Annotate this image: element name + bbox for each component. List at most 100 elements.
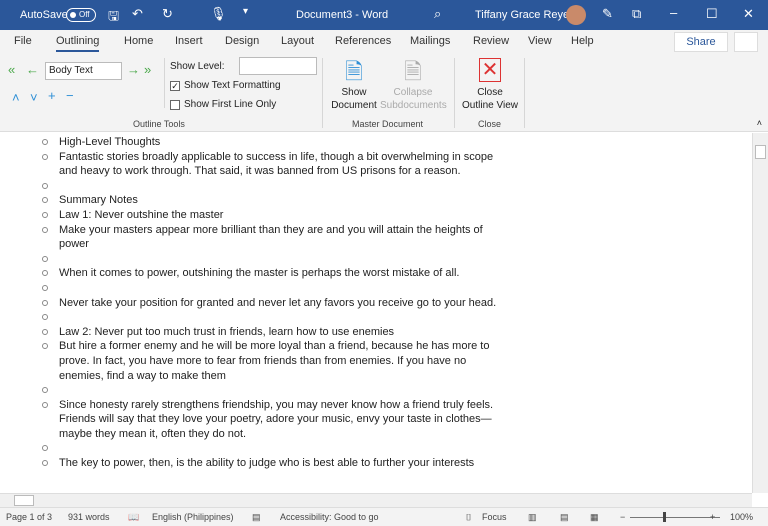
print-layout-icon[interactable]: ▤ — [560, 512, 569, 523]
zoom-slider-thumb[interactable] — [663, 512, 666, 522]
page-count[interactable]: Page 1 of 3 — [6, 512, 52, 522]
tab-outlining[interactable]: Outlining — [56, 35, 99, 52]
promote-icon[interactable]: ← — [26, 62, 39, 77]
demote-icon[interactable]: → — [127, 62, 140, 77]
outline-paragraph[interactable] — [0, 252, 500, 267]
user-name[interactable]: Tiffany Grace Reyes — [475, 9, 575, 21]
bullet-icon[interactable] — [42, 212, 48, 218]
pen-icon[interactable]: ✎ — [602, 6, 613, 22]
show-level-select[interactable] — [239, 57, 317, 75]
show-text-formatting-checkbox[interactable]: ✓Show Text Formatting — [170, 80, 281, 91]
outline-paragraph[interactable] — [0, 310, 500, 325]
redo-icon[interactable]: ↻ — [162, 6, 173, 22]
search-icon[interactable]: ⌕ — [434, 6, 441, 22]
bullet-icon[interactable] — [42, 139, 48, 145]
outline-paragraph[interactable]: Never take your position for granted and… — [0, 296, 500, 311]
focus-icon[interactable]: ⌷ — [466, 512, 471, 523]
outline-paragraph[interactable]: The key to power, then, is the ability t… — [0, 456, 500, 471]
collapse-ribbon-icon[interactable]: ˄ — [757, 118, 762, 128]
customize-toolbar-icon[interactable]: ▾ — [243, 6, 248, 17]
outline-level-select[interactable]: Body Text — [45, 62, 122, 80]
bullet-icon[interactable] — [42, 154, 48, 160]
dictate-icon[interactable]: 🎙 — [210, 6, 227, 22]
tab-file[interactable]: File — [14, 35, 32, 47]
document-body[interactable]: High-Level ThoughtsFantastic stories bro… — [0, 133, 752, 493]
tab-design[interactable]: Design — [225, 35, 259, 47]
outline-paragraph[interactable]: High-Level Thoughts — [0, 135, 500, 150]
collapse-icon[interactable]: − — [66, 88, 74, 103]
bullet-icon[interactable] — [42, 314, 48, 320]
bullet-icon[interactable] — [42, 270, 48, 276]
read-mode-icon[interactable]: ▥ — [528, 512, 537, 523]
show-first-line-only-checkbox[interactable]: Show First Line Only — [170, 99, 276, 110]
outline-paragraph[interactable] — [0, 179, 500, 194]
outline-paragraph[interactable]: Since honesty rarely strengthens friends… — [0, 398, 500, 442]
tab-help[interactable]: Help — [571, 35, 594, 47]
outline-paragraph[interactable]: Summary Notes — [0, 193, 500, 208]
accessibility-status[interactable]: Accessibility: Good to go — [280, 512, 379, 522]
tab-view[interactable]: View — [528, 35, 552, 47]
bullet-icon[interactable] — [42, 343, 48, 349]
word-count[interactable]: 931 words — [68, 512, 110, 522]
outline-paragraph[interactable]: Make your masters appear more brilliant … — [0, 223, 500, 252]
bullet-icon[interactable] — [42, 285, 48, 291]
outline-tools-label: Outline Tools — [133, 119, 185, 129]
web-layout-icon[interactable]: ▦ — [590, 512, 599, 523]
outline-paragraph[interactable] — [0, 441, 500, 456]
zoom-in-icon[interactable]: + — [710, 512, 715, 522]
paragraph-text: The key to power, then, is the ability t… — [59, 457, 474, 469]
paragraph-text: Law 2: Never put too much trust in frien… — [59, 326, 394, 338]
move-up-icon[interactable]: ˄ — [12, 90, 20, 105]
outline-paragraph[interactable]: When it comes to power, outshining the m… — [0, 266, 500, 281]
bullet-icon[interactable] — [42, 387, 48, 393]
save-icon[interactable]: 🖫 — [108, 7, 119, 29]
avatar[interactable] — [566, 5, 586, 25]
language[interactable]: English (Philippines) — [152, 512, 234, 522]
zoom-out-icon[interactable]: − — [620, 512, 625, 522]
tab-home[interactable]: Home — [124, 35, 153, 47]
outline-paragraph[interactable]: Law 2: Never put too much trust in frien… — [0, 325, 500, 340]
autosave-label: AutoSave — [20, 9, 68, 21]
track-changes-icon[interactable]: ▤ — [252, 512, 261, 523]
autosave-toggle[interactable]: Off — [66, 8, 96, 22]
zoom-slider[interactable] — [630, 517, 720, 518]
comments-button[interactable] — [734, 32, 758, 52]
share-button[interactable]: Share — [674, 32, 728, 52]
bullet-icon[interactable] — [42, 460, 48, 466]
promote-to-heading-icon[interactable]: « — [8, 62, 15, 77]
bullet-icon[interactable] — [42, 197, 48, 203]
zoom-level[interactable]: 100% — [730, 512, 753, 522]
move-down-icon[interactable]: ˅ — [30, 90, 38, 105]
bullet-icon[interactable] — [42, 256, 48, 262]
bullet-icon[interactable] — [42, 402, 48, 408]
horizontal-scrollbar[interactable] — [0, 493, 752, 507]
show-document-button[interactable]: 🗎Show Document — [330, 58, 378, 112]
tab-review[interactable]: Review — [473, 35, 509, 47]
focus-button[interactable]: Focus — [482, 512, 507, 522]
outline-paragraph[interactable]: Law 1: Never outshine the master — [0, 208, 500, 223]
ribbon-display-icon[interactable]: ⧉ — [632, 6, 641, 22]
bullet-icon[interactable] — [42, 227, 48, 233]
minimize-icon[interactable]: – — [670, 5, 677, 20]
vertical-scrollbar[interactable] — [752, 133, 768, 493]
tab-references[interactable]: References — [335, 35, 391, 47]
bullet-icon[interactable] — [42, 183, 48, 189]
maximize-icon[interactable]: ☐ — [706, 6, 718, 22]
tab-mailings[interactable]: Mailings — [410, 35, 450, 47]
tab-insert[interactable]: Insert — [175, 35, 203, 47]
undo-icon[interactable]: ↶ — [132, 6, 143, 22]
bullet-icon[interactable] — [42, 300, 48, 306]
bullet-icon[interactable] — [42, 329, 48, 335]
paragraph-text: But hire a former enemy and he will be m… — [59, 340, 489, 381]
close-outline-view-button[interactable]: ✕Close Outline View — [460, 58, 520, 112]
bullet-icon[interactable] — [42, 445, 48, 451]
close-icon[interactable]: ✕ — [743, 6, 754, 22]
outline-paragraph[interactable]: But hire a former enemy and he will be m… — [0, 339, 500, 383]
outline-paragraph[interactable] — [0, 281, 500, 296]
proofing-icon[interactable]: 📖 — [128, 512, 139, 523]
demote-to-body-icon[interactable]: » — [144, 62, 151, 77]
outline-paragraph[interactable]: Fantastic stories broadly applicable to … — [0, 150, 500, 179]
outline-paragraph[interactable] — [0, 383, 500, 398]
expand-icon[interactable]: + — [48, 88, 56, 103]
tab-layout[interactable]: Layout — [281, 35, 314, 47]
